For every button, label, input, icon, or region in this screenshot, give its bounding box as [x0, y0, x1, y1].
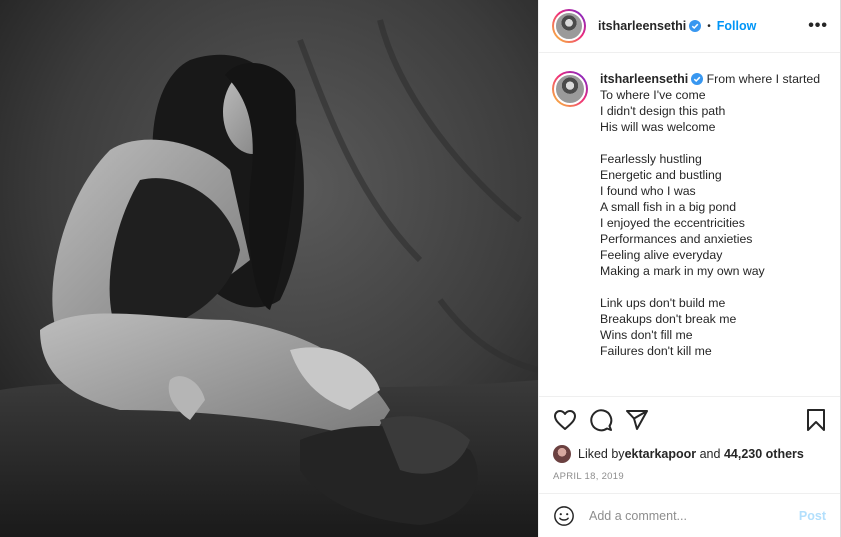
caption-line: I didn't design this path — [600, 104, 726, 118]
caption-line: Link ups don't build me — [600, 296, 726, 310]
caption-text: itsharleensethi From where I started To … — [600, 71, 820, 396]
post-photo[interactable] — [0, 0, 538, 537]
caption-line: Making a mark in my own way — [600, 264, 765, 278]
caption-line: Breakups don't break me — [600, 312, 737, 326]
bookmark-icon[interactable] — [804, 408, 828, 432]
caption-avatar[interactable] — [552, 71, 588, 107]
caption-username[interactable]: itsharleensethi — [600, 72, 688, 86]
post-comment-button[interactable]: Post — [799, 509, 826, 523]
caption-line: Failures don't kill me — [600, 344, 712, 358]
caption-line: Fearlessly hustling — [600, 152, 702, 166]
post-sidebar: itsharleensethi • Follow ••• itsharleens… — [538, 0, 841, 537]
caption-area: itsharleensethi From where I started To … — [539, 53, 840, 397]
share-icon[interactable] — [625, 408, 649, 432]
caption-line: Performances and anxieties — [600, 232, 753, 246]
emoji-icon[interactable] — [553, 505, 575, 527]
comment-bar: Post — [539, 493, 840, 537]
black-and-white-portrait-photo — [0, 0, 538, 537]
more-options-icon[interactable]: ••• — [808, 17, 828, 35]
caption-stanza-gap — [600, 135, 820, 151]
caption-line: To where I've come — [600, 88, 706, 102]
verified-badge-icon — [689, 20, 702, 32]
caption-line: His will was welcome — [600, 120, 716, 134]
avatar[interactable] — [552, 9, 586, 43]
post-header: itsharleensethi • Follow ••• — [539, 0, 840, 53]
caption-first-line: itsharleensethi From where I started — [600, 71, 820, 87]
liker-username[interactable]: ektarkapoor — [625, 447, 697, 461]
likes-summary: Liked by ektarkapoor and 44,230 others — [539, 443, 840, 465]
likes-middle: and — [696, 447, 724, 461]
header-username[interactable]: itsharleensethi — [598, 19, 686, 33]
liker-avatar[interactable] — [553, 445, 571, 463]
instagram-post: itsharleensethi • Follow ••• itsharleens… — [0, 0, 841, 537]
comment-icon[interactable] — [589, 408, 613, 432]
header-user: itsharleensethi • Follow — [552, 9, 756, 43]
caption-line: I enjoyed the eccentricities — [600, 216, 745, 230]
action-bar — [539, 397, 840, 443]
heart-icon[interactable] — [553, 408, 577, 432]
likes-prefix: Liked by — [578, 447, 625, 461]
caption-line: From where I started — [706, 72, 821, 86]
caption-line: Wins don't fill me — [600, 328, 693, 342]
caption-line: I found who I was — [600, 184, 696, 198]
verified-badge-icon — [691, 73, 704, 85]
caption-line: Energetic and bustling — [600, 168, 722, 182]
avatar-image — [554, 11, 584, 41]
separator-dot: • — [707, 20, 711, 32]
caption-stanza-gap — [600, 279, 820, 295]
likes-count[interactable]: 44,230 others — [724, 447, 804, 461]
caption-line: Feeling alive everyday — [600, 248, 723, 262]
comment-input[interactable] — [589, 508, 799, 523]
caption-line: A small fish in a big pond — [600, 200, 737, 214]
post-date: APRIL 18, 2019 — [553, 471, 624, 482]
follow-button[interactable]: Follow — [717, 19, 757, 33]
caption-avatar-image — [554, 73, 586, 105]
